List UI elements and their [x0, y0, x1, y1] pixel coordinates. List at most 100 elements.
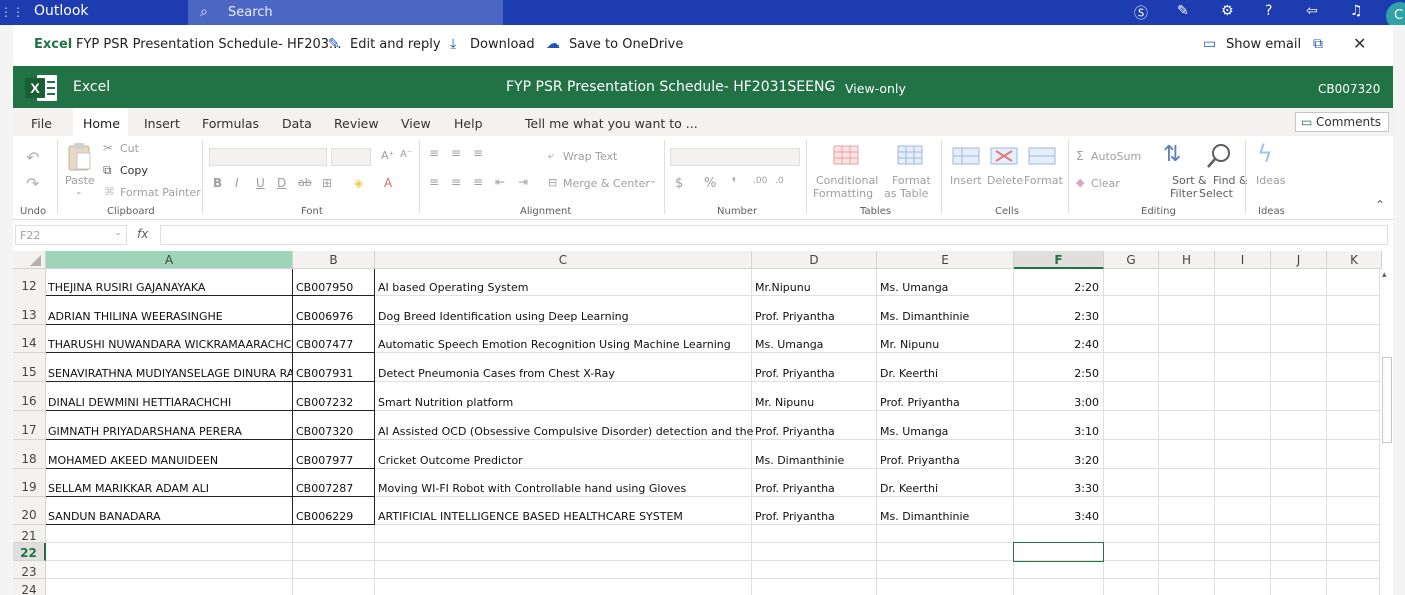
- font-color-icon[interactable]: A: [384, 176, 392, 190]
- cell-id[interactable]: CB007950: [294, 281, 374, 294]
- skype-icon[interactable]: Ⓢ: [1134, 3, 1148, 23]
- col-header-f[interactable]: F: [1014, 251, 1104, 269]
- download-button[interactable]: Download: [470, 37, 535, 52]
- ideas-button[interactable]: Ideas: [1256, 174, 1285, 187]
- cell-id[interactable]: CB007977: [294, 454, 374, 467]
- align-left-icon[interactable]: ≡: [429, 175, 439, 189]
- tab-file[interactable]: File: [31, 116, 52, 131]
- format-as-table-label-1[interactable]: Format: [892, 174, 931, 187]
- fill-color-icon[interactable]: ◈: [354, 176, 363, 190]
- cell-project[interactable]: Automatic Speech Emotion Recognition Usi…: [376, 338, 752, 351]
- delete-cells-button[interactable]: Delete: [987, 174, 1023, 187]
- cell-name[interactable]: SELLAM MARIKKAR ADAM ALI: [46, 482, 292, 495]
- feedback-icon[interactable]: ⇦: [1306, 3, 1318, 19]
- currency-icon[interactable]: $: [675, 176, 683, 191]
- cell-project[interactable]: ARTIFICIAL INTELLIGENCE BASED HEALTHCARE…: [376, 510, 752, 523]
- row-header[interactable]: 16: [13, 382, 46, 411]
- conditional-formatting-icon[interactable]: [833, 145, 859, 165]
- underline-icon[interactable]: U: [256, 176, 265, 190]
- tab-home[interactable]: Home: [83, 116, 120, 131]
- cell-id[interactable]: CB007287: [294, 482, 374, 495]
- scrollbar-thumb[interactable]: [1382, 357, 1392, 443]
- delete-cells-icon[interactable]: [990, 145, 1018, 167]
- cell-time[interactable]: 3:40: [1014, 510, 1101, 523]
- select-all-corner[interactable]: [13, 251, 46, 269]
- borders-icon[interactable]: ⊞: [322, 176, 332, 190]
- row-header[interactable]: 17: [13, 411, 46, 440]
- ideas-icon[interactable]: ϟ: [1257, 140, 1273, 168]
- col-header-g[interactable]: G: [1104, 251, 1159, 269]
- col-header-i[interactable]: I: [1215, 251, 1271, 269]
- col-header-a[interactable]: A: [46, 251, 293, 269]
- cell-assessor[interactable]: Mr. Nipunu: [878, 338, 1014, 351]
- find-select-icon[interactable]: [1205, 142, 1233, 170]
- show-email-button[interactable]: Show email: [1226, 37, 1301, 52]
- close-icon[interactable]: ✕: [1353, 34, 1366, 53]
- cell-time[interactable]: 2:20: [1014, 281, 1101, 294]
- cell-name[interactable]: SENAVIRATHNA MUDIYANSELAGE DINURA RANDIK…: [46, 367, 292, 380]
- notification-bell-icon[interactable]: ♫: [1350, 3, 1363, 19]
- help-icon[interactable]: ?: [1265, 3, 1272, 19]
- format-cells-button[interactable]: Format: [1024, 174, 1063, 187]
- cell-supervisor[interactable]: Mr.Nipunu: [753, 281, 877, 294]
- increase-indent-icon[interactable]: ⇥: [518, 175, 528, 189]
- row-header[interactable]: 23: [13, 561, 46, 579]
- row-header[interactable]: 13: [13, 296, 46, 325]
- col-header-j[interactable]: J: [1271, 251, 1327, 269]
- increase-font-icon[interactable]: A⁺: [381, 149, 394, 162]
- tab-help[interactable]: Help: [454, 116, 483, 131]
- cell-name[interactable]: ADRIAN THILINA WEERASINGHE: [46, 310, 292, 323]
- cell-name[interactable]: THEJINA RUSIRI GAJANAYAKA: [46, 281, 292, 294]
- cell-supervisor[interactable]: Ms. Umanga: [753, 338, 877, 351]
- cell-assessor[interactable]: Ms. Dimanthinie: [878, 310, 1014, 323]
- edit-and-reply-button[interactable]: Edit and reply: [350, 37, 441, 52]
- cell-project[interactable]: Smart Nutrition platform: [376, 396, 752, 409]
- scroll-up-icon[interactable]: ▴: [1382, 270, 1387, 280]
- save-to-onedrive-button[interactable]: Save to OneDrive: [569, 37, 683, 52]
- sort-filter-label-1[interactable]: Sort &: [1172, 174, 1207, 187]
- selected-cell-f22[interactable]: [1013, 542, 1104, 562]
- cell-time[interactable]: 3:20: [1014, 454, 1101, 467]
- cell-time[interactable]: 2:30: [1014, 310, 1101, 323]
- clear-button[interactable]: Clear: [1091, 177, 1120, 190]
- paste-label[interactable]: Paste: [65, 174, 95, 187]
- copy-button[interactable]: Copy: [120, 164, 148, 177]
- app-launcher-icon[interactable]: ⋮⋮: [0, 0, 24, 25]
- cell-project[interactable]: Moving WI-FI Robot with Controllable han…: [376, 482, 752, 495]
- align-top-icon[interactable]: ≡: [429, 146, 439, 160]
- cell-name[interactable]: SANDUN BANADARA: [46, 510, 292, 523]
- percent-icon[interactable]: %: [704, 176, 716, 191]
- cell-project[interactable]: Dog Breed Identification using Deep Lear…: [376, 310, 752, 323]
- font-name-dropdown[interactable]: [209, 148, 327, 166]
- col-header-c[interactable]: C: [375, 251, 752, 269]
- cell-time[interactable]: 3:00: [1014, 396, 1101, 409]
- comments-button[interactable]: ▭ Comments: [1295, 112, 1389, 132]
- cell-time[interactable]: 3:30: [1014, 482, 1101, 495]
- cell-assessor[interactable]: Dr. Keerthi: [878, 367, 1014, 380]
- cell-project[interactable]: Detect Pneumonia Cases from Chest X-Ray: [376, 367, 752, 380]
- outlook-brand[interactable]: Outlook: [34, 3, 89, 19]
- col-header-h[interactable]: H: [1159, 251, 1215, 269]
- cell-id[interactable]: CB007931: [294, 367, 374, 380]
- tab-insert[interactable]: Insert: [144, 116, 180, 131]
- cell-name[interactable]: GIMNATH PRIYADARSHANA PERERA: [46, 425, 292, 438]
- cell-supervisor[interactable]: Prof. Priyantha: [753, 482, 877, 495]
- align-right-icon[interactable]: ≡: [473, 175, 483, 189]
- paste-icon[interactable]: [67, 142, 93, 172]
- format-cells-icon[interactable]: [1028, 145, 1056, 167]
- cell-id[interactable]: CB006976: [294, 310, 374, 323]
- paste-dropdown-icon[interactable]: ⌄: [75, 187, 83, 197]
- user-id[interactable]: CB007320: [1318, 82, 1380, 96]
- cell-supervisor[interactable]: Mr. Nipunu: [753, 396, 877, 409]
- col-header-e[interactable]: E: [877, 251, 1014, 269]
- conditional-formatting-label-2[interactable]: Formatting: [813, 187, 873, 200]
- sort-filter-label-2[interactable]: Filter: [1170, 187, 1197, 200]
- decrease-decimal-icon[interactable]: .0: [775, 176, 784, 186]
- row-header[interactable]: 12: [13, 269, 46, 297]
- cell-name[interactable]: DINALI DEWMINI HETTIARACHCHI: [46, 396, 292, 409]
- tell-me-search[interactable]: Tell me what you want to ...: [525, 116, 698, 131]
- insert-cells-button[interactable]: Insert: [950, 174, 982, 187]
- bold-icon[interactable]: B: [213, 176, 222, 190]
- cell-supervisor[interactable]: Prof. Priyantha: [753, 367, 877, 380]
- wrap-text-button[interactable]: Wrap Text: [563, 150, 617, 163]
